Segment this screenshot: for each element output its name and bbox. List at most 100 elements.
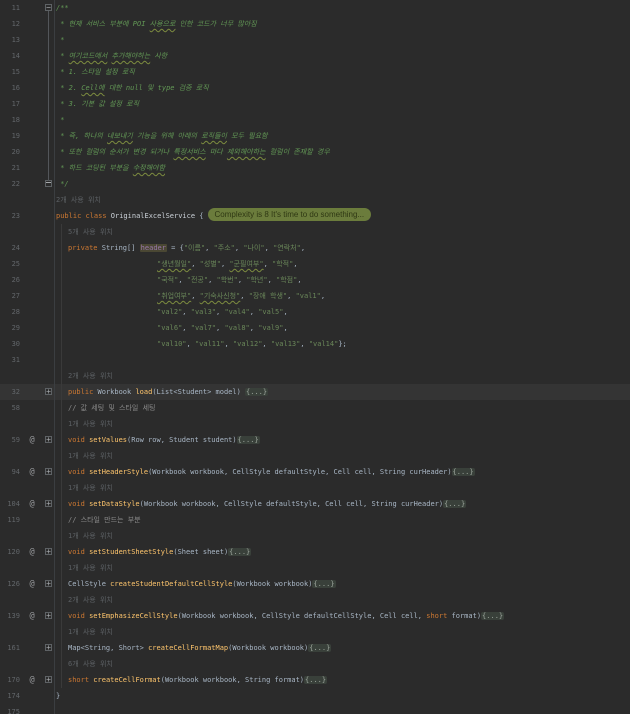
code-token: "전공" xyxy=(186,276,209,284)
code-text: public class OriginalExcelService {Compl… xyxy=(56,208,372,224)
code-token: * 즉, 하나의 xyxy=(56,132,108,140)
code-text: // 스타일 만드는 부분 xyxy=(68,512,141,528)
inlay-hint-row: 1개 사용 위치 xyxy=(0,416,630,432)
annotation-gutter-icon[interactable]: @ xyxy=(26,432,38,448)
code-text: "val6", "val7", "val8", "val9", xyxy=(157,320,288,336)
code-token: private xyxy=(68,244,98,252)
fold-expand-icon[interactable]: + xyxy=(45,676,52,684)
code-token: setValues xyxy=(89,436,128,444)
annotation-gutter-icon[interactable]: @ xyxy=(26,576,38,592)
line-number: 25 xyxy=(11,260,20,268)
line-number: 28 xyxy=(11,308,20,316)
complexity-badge[interactable]: Complexity is 8 It's time to do somethin… xyxy=(207,208,372,221)
fold-expand-icon[interactable]: + xyxy=(45,644,52,652)
code-token: header xyxy=(139,244,167,252)
fold-expand-icon[interactable]: + xyxy=(45,580,52,588)
code-token: "val14" xyxy=(308,340,339,348)
code-token: , xyxy=(240,292,249,300)
fold-end-icon[interactable] xyxy=(45,176,52,187)
line-number: 104 xyxy=(7,500,20,508)
code-token: (Workbook workbook, CellStyle defaultSty… xyxy=(139,500,444,508)
code-token: , xyxy=(249,324,259,332)
code-row: 29 "val6", "val7", "val8", "val9", xyxy=(0,320,630,336)
usages-inlay-hint[interactable]: 2개 사용 위치 xyxy=(68,592,113,608)
annotation-gutter-icon[interactable]: @ xyxy=(26,544,38,560)
code-text: short createCellFormat(Workbook workbook… xyxy=(68,672,328,688)
code-token: {...} xyxy=(308,644,332,652)
code-token: "취업여부" xyxy=(157,292,192,300)
code-token: format) xyxy=(447,612,482,620)
code-token: , xyxy=(300,244,306,252)
usages-inlay-hint[interactable]: 1개 사용 위치 xyxy=(68,480,113,496)
annotation-gutter-icon[interactable]: @ xyxy=(26,672,38,688)
line-number: 18 xyxy=(11,116,20,124)
code-row: 119 // 스타일 만드는 부분 xyxy=(0,512,630,528)
line-number: 24 xyxy=(11,244,20,252)
line-number: 21 xyxy=(11,164,20,172)
fold-expand-icon[interactable]: + xyxy=(45,500,52,508)
usages-inlay-hint[interactable]: 1개 사용 위치 xyxy=(68,528,113,544)
inlay-hint-row: 1개 사용 위치 xyxy=(0,528,630,544)
code-token: "생년월일" xyxy=(157,260,192,268)
annotation-gutter-icon[interactable]: @ xyxy=(26,608,38,624)
code-row: 174} xyxy=(0,688,630,704)
line-number: 26 xyxy=(11,276,20,284)
code-row: 120 @ + void setStudentSheetStyle(Sheet she… xyxy=(0,544,630,560)
line-number: 120 xyxy=(7,548,20,556)
code-text: public Workbook load(List<Student> model… xyxy=(68,384,269,400)
fold-expand-icon[interactable]: + xyxy=(45,436,52,444)
fold-expand-icon[interactable]: + xyxy=(45,612,52,620)
code-token: {...} xyxy=(245,388,269,396)
code-token: "성별" xyxy=(199,260,221,268)
line-number: 175 xyxy=(7,708,20,714)
code-row: 31 xyxy=(0,352,630,368)
inlay-hint-row: 2개 사용 위치 xyxy=(0,368,630,384)
usages-inlay-hint[interactable]: 1개 사용 위치 xyxy=(68,416,113,432)
code-token: "val9" xyxy=(258,324,284,332)
code-token: createCellFormatMap xyxy=(148,644,229,652)
usages-inlay-hint[interactable]: 1개 사용 위치 xyxy=(68,560,113,576)
code-token: , xyxy=(205,244,214,252)
code-row: 28 "val2", "val3", "val4", "val5", xyxy=(0,304,630,320)
fold-guide-line xyxy=(48,48,49,64)
code-token: "val5" xyxy=(258,308,284,316)
usages-inlay-hint[interactable]: 2개 사용 위치 xyxy=(56,192,101,208)
code-token: {...} xyxy=(228,548,252,556)
code-row: 21 * 하드 코딩된 부분을 수정해야함 xyxy=(0,160,630,176)
usages-inlay-hint[interactable]: 1개 사용 위치 xyxy=(68,624,113,640)
code-row: 58 // 값 세팅 및 스타일 세팅 xyxy=(0,400,630,416)
gutter-separator xyxy=(54,0,55,714)
code-row: 24 private String[] header = {"이름", "주소",… xyxy=(0,240,630,256)
code-text: void setHeaderStyle(Workbook workbook, C… xyxy=(68,464,475,480)
fold-collapse-icon[interactable]: − xyxy=(45,4,52,18)
code-row: 16 * 2. Cell에 대한 null 및 type 검증 로직 xyxy=(0,80,630,96)
usages-inlay-hint[interactable]: 1개 사용 위치 xyxy=(68,448,113,464)
code-row: 22 */ xyxy=(0,176,630,192)
code-row: 11 −/** xyxy=(0,0,630,18)
code-token: , xyxy=(267,276,276,284)
usages-inlay-hint[interactable]: 6개 사용 위치 xyxy=(68,656,113,672)
fold-expand-icon[interactable]: + xyxy=(45,468,52,476)
line-number: 17 xyxy=(11,100,20,108)
code-token: "val3" xyxy=(190,308,217,316)
fold-expand-icon[interactable]: + xyxy=(45,388,52,396)
code-token: 모두 필요함 xyxy=(226,132,268,140)
annotation-gutter-icon[interactable]: @ xyxy=(26,496,38,512)
fold-expand-icon[interactable]: + xyxy=(45,548,52,556)
fold-guide-line xyxy=(48,112,49,128)
code-row: 20 * 또한 컬럼의 순서가 변경 되거나 특정서비스 마다 제외해야하는 컬… xyxy=(0,144,630,160)
annotation-gutter-icon[interactable]: @ xyxy=(26,464,38,480)
code-token: 여기코드에서 xyxy=(68,52,108,60)
line-number: 12 xyxy=(11,20,20,28)
code-token: , xyxy=(208,276,217,284)
inlay-hint-row: 6개 사용 위치 xyxy=(0,656,630,672)
code-token: * xyxy=(56,36,65,44)
line-number: 94 xyxy=(11,468,20,476)
code-token: 내보내기 xyxy=(107,132,133,140)
line-number: 14 xyxy=(11,52,20,60)
code-token: * 2. xyxy=(56,84,82,92)
usages-inlay-hint[interactable]: 5개 사용 위치 xyxy=(68,224,113,240)
code-token: , xyxy=(263,260,273,268)
usages-inlay-hint[interactable]: 2개 사용 위치 xyxy=(68,368,113,384)
code-token: "이름" xyxy=(183,244,206,252)
